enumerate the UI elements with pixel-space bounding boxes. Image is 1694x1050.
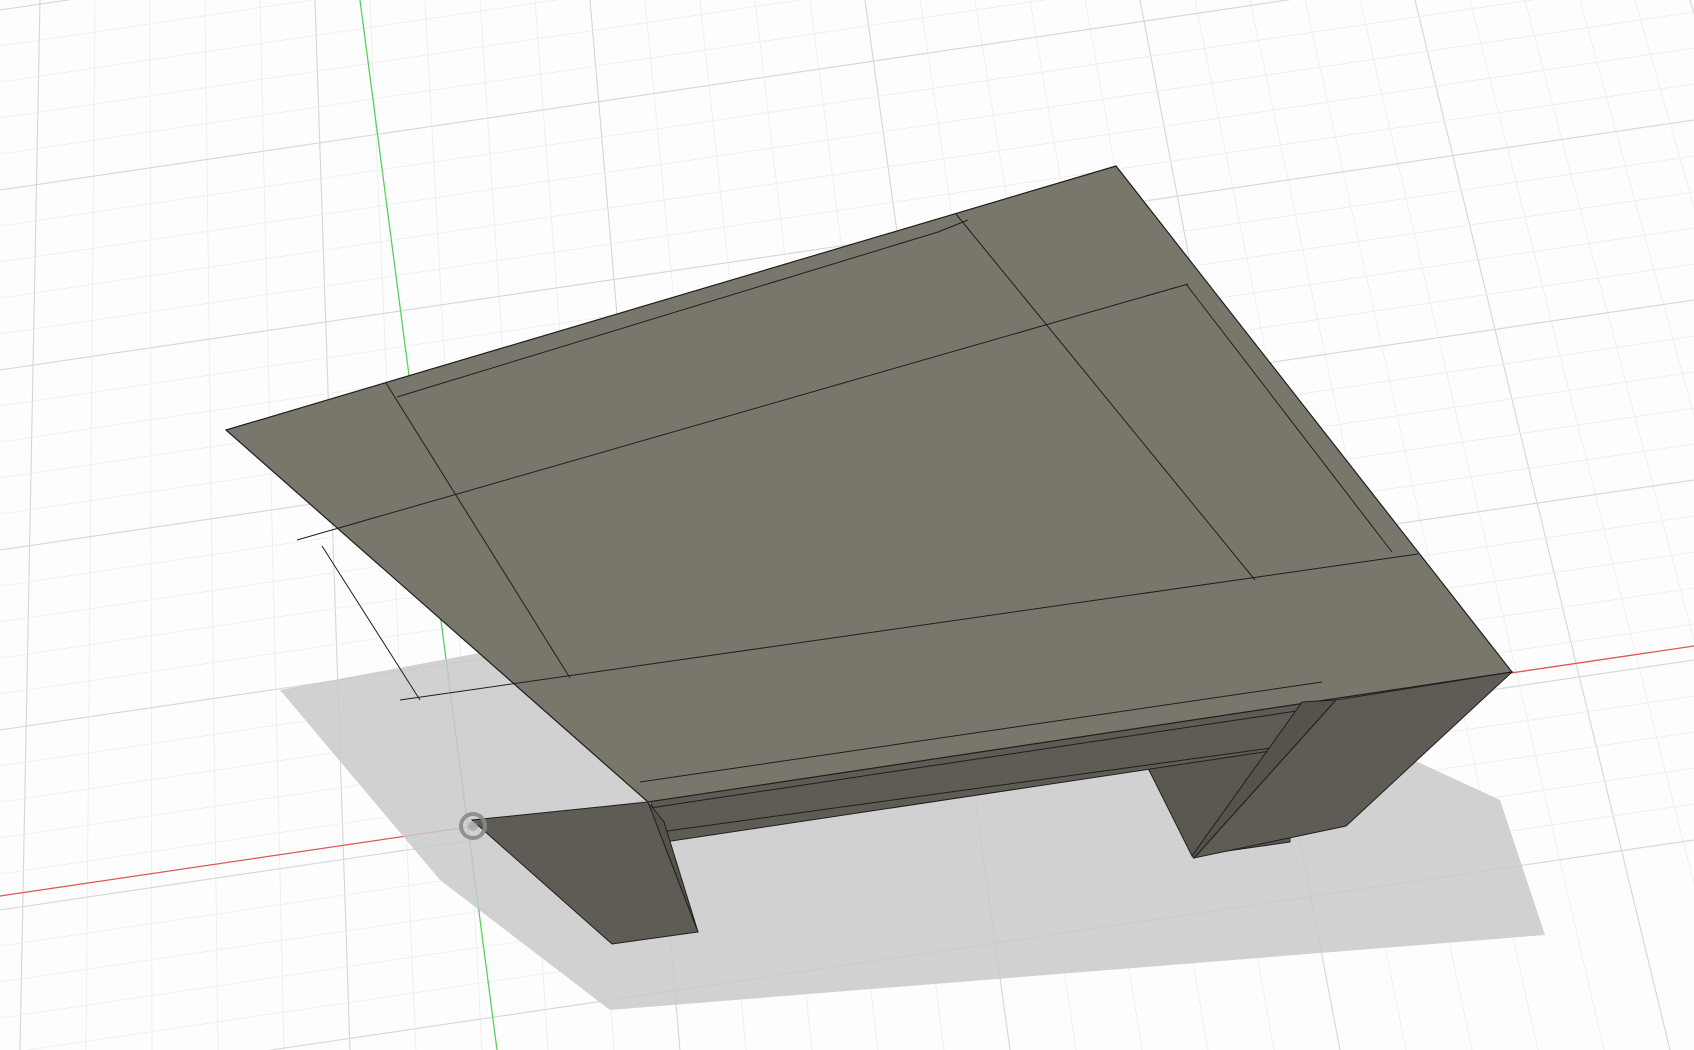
canvas-viewport[interactable] bbox=[0, 0, 1694, 1050]
scene-svg[interactable] bbox=[0, 0, 1694, 1050]
